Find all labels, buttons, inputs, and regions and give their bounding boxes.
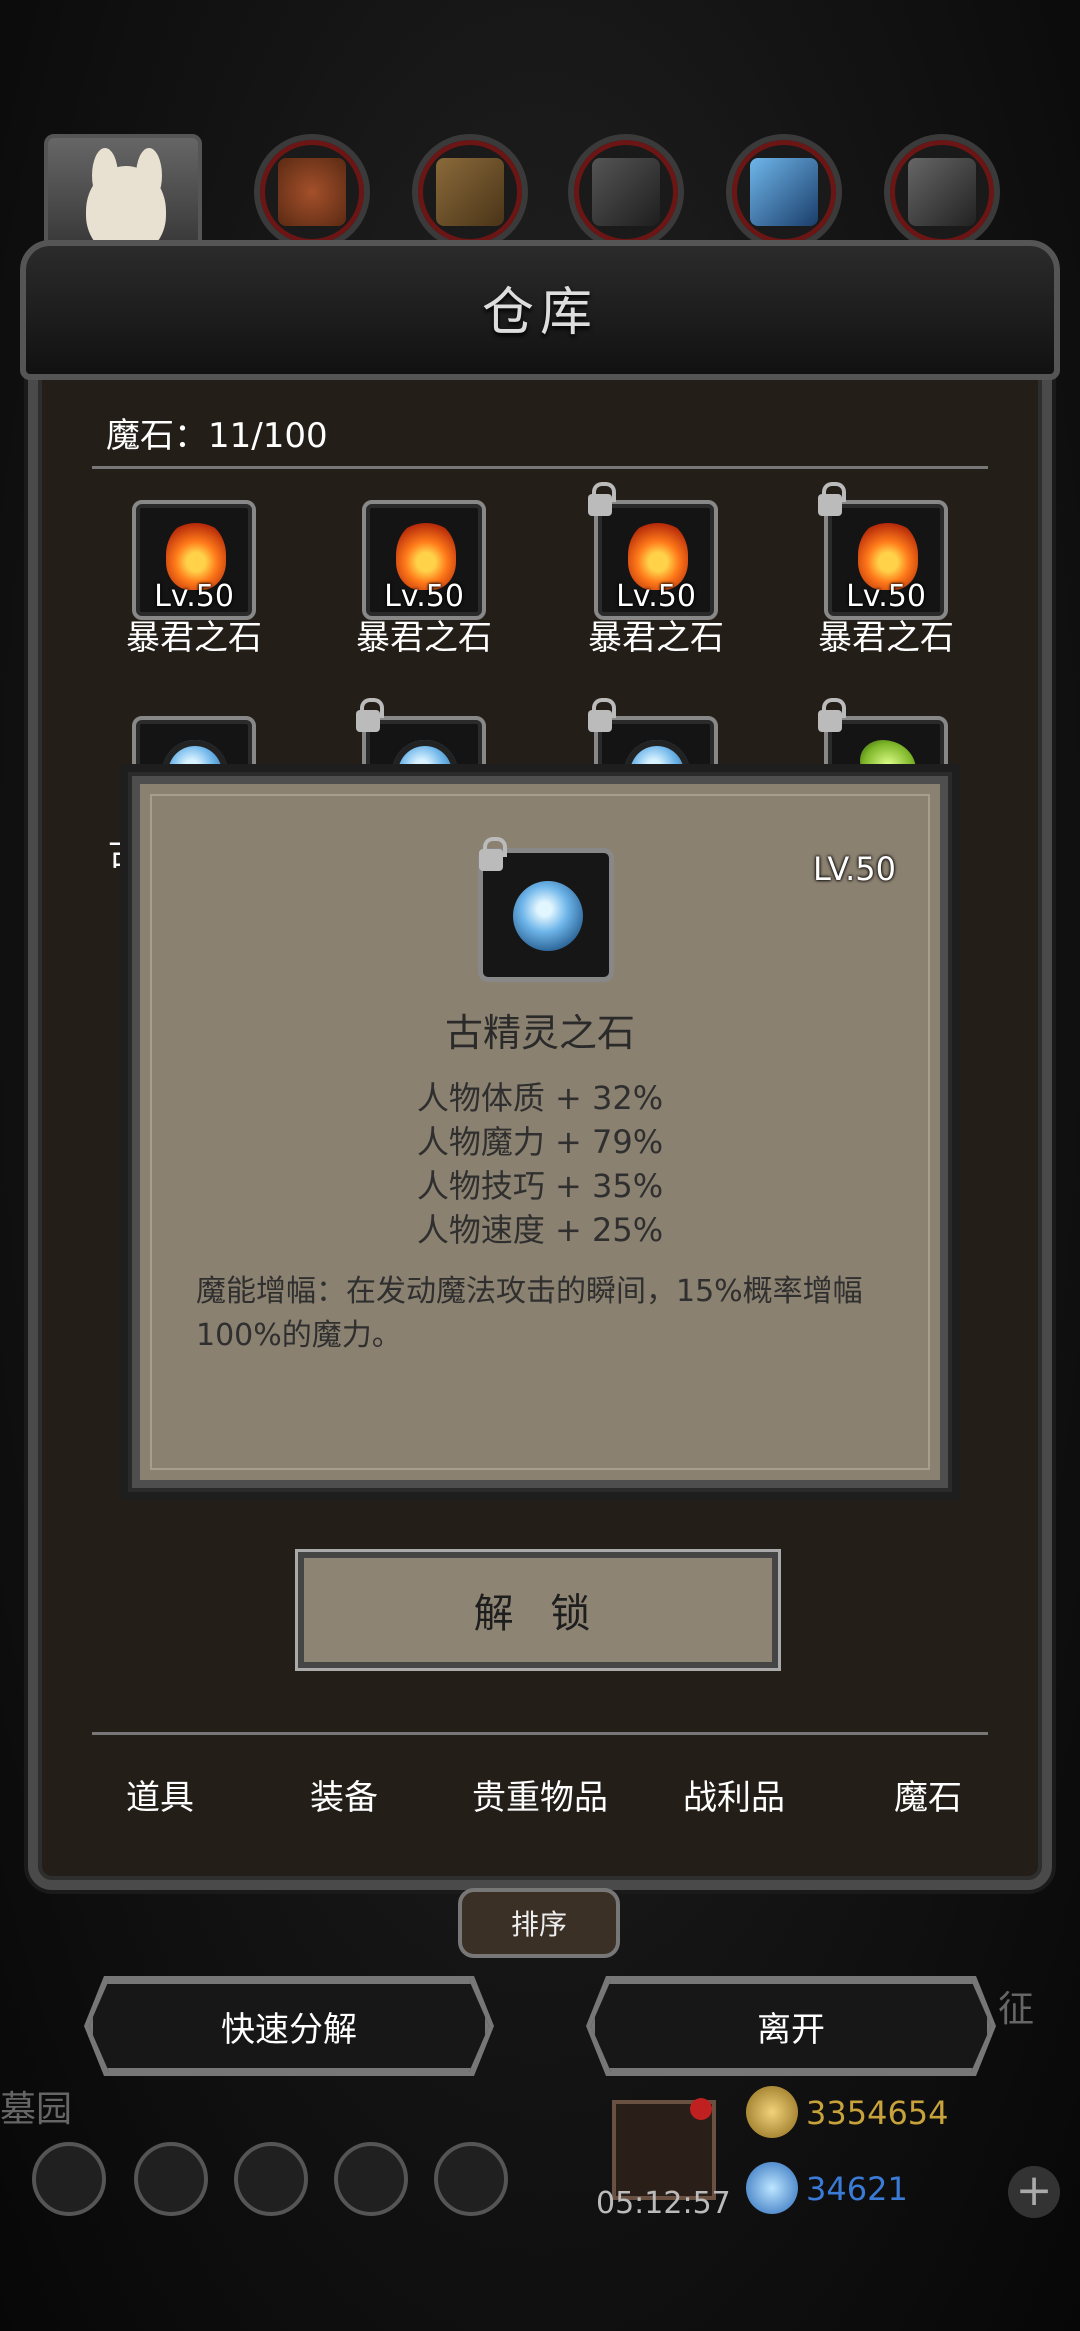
tooltip-item-name: 古精灵之石 xyxy=(444,1011,635,1055)
item-count-label: 魔石：11/100 xyxy=(106,416,328,456)
stat-line: 人物速度 + 25% xyxy=(416,1211,664,1249)
category-tabs: 道具 装备 贵重物品 战利品 魔石 xyxy=(70,1770,1010,1840)
tooltip-level: LV.50 xyxy=(813,850,896,888)
resource-wood-icon[interactable] xyxy=(412,134,528,250)
lock-icon xyxy=(588,482,616,516)
page-title: 仓库 xyxy=(481,283,598,343)
lock-icon xyxy=(356,698,384,732)
quick-decompose-button[interactable]: 快速分解 xyxy=(89,1980,489,2072)
lock-icon xyxy=(479,837,507,871)
tooltip-item-slot xyxy=(478,837,614,982)
helmet-icon[interactable] xyxy=(134,2142,208,2216)
item-slot[interactable]: Lv.50 xyxy=(362,500,486,620)
notification-dot xyxy=(690,2098,712,2120)
item-level: Lv.50 xyxy=(616,579,696,614)
settings-icon[interactable] xyxy=(32,2142,106,2216)
gift-timer: 05:12:57 xyxy=(596,2186,731,2221)
lock-icon xyxy=(588,698,616,732)
side-label-right: 征 xyxy=(998,1989,1035,2030)
item-level: Lv.50 xyxy=(384,579,464,614)
item-name: 暴君之石 xyxy=(588,618,724,658)
lock-icon xyxy=(818,482,846,516)
tab-items[interactable]: 道具 xyxy=(70,1770,250,1819)
item-name: 暴君之石 xyxy=(356,618,492,658)
gem-icon xyxy=(746,2162,798,2214)
divider xyxy=(92,1732,988,1735)
leave-button[interactable]: 离开 xyxy=(591,1980,991,2072)
stat-line: 人物魔力 + 79% xyxy=(416,1123,664,1161)
item-name: 暴君之石 xyxy=(818,618,954,658)
item-tooltip: LV.50 古精灵之石 人物体质 + 32% 人物魔力 + 79% 人物技巧 +… xyxy=(128,772,952,1492)
guild-icon[interactable] xyxy=(234,2142,308,2216)
unlock-button[interactable]: 解 锁 xyxy=(298,1552,778,1668)
elf-stone-icon xyxy=(513,881,583,951)
side-label-left: 墓园 xyxy=(0,2089,73,2130)
divider xyxy=(92,466,988,469)
resource-meat-icon[interactable] xyxy=(254,134,370,250)
item-slot[interactable]: Lv.50 xyxy=(588,482,718,620)
item-level: Lv.50 xyxy=(154,579,234,614)
sort-button[interactable]: 排序 xyxy=(458,1888,620,1958)
gold-coin-icon xyxy=(746,2086,798,2138)
item-name: 暴君之石 xyxy=(126,618,262,658)
resource-crystal-icon[interactable] xyxy=(726,134,842,250)
tooltip-stats: 人物体质 + 32% 人物魔力 + 79% 人物技巧 + 35% 人物速度 + … xyxy=(140,1076,940,1252)
tab-magic-stones[interactable]: 魔石 xyxy=(838,1770,1018,1819)
tab-loot[interactable]: 战利品 xyxy=(644,1770,824,1819)
mail-icon[interactable] xyxy=(334,2142,408,2216)
stat-line: 人物体质 + 32% xyxy=(416,1079,664,1117)
stat-line: 人物技巧 + 35% xyxy=(416,1167,664,1205)
tab-equipment[interactable]: 装备 xyxy=(254,1770,434,1819)
resource-stone-icon[interactable] xyxy=(568,134,684,250)
item-slot[interactable]: Lv.50 xyxy=(132,500,256,620)
item-slot[interactable]: Lv.50 xyxy=(818,482,948,620)
resource-iron-icon[interactable] xyxy=(884,134,1000,250)
tooltip-description: 魔能增幅：在发动魔法攻击的瞬间，15%概率增幅100%的魔力。 xyxy=(196,1274,863,1353)
gold-amount: 3354654 xyxy=(806,2094,949,2132)
tab-valuables[interactable]: 贵重物品 xyxy=(450,1770,630,1819)
add-currency-button[interactable]: + xyxy=(1008,2166,1060,2218)
lock-icon xyxy=(818,698,846,732)
gem-amount: 34621 xyxy=(806,2170,908,2208)
box-icon[interactable] xyxy=(434,2142,508,2216)
item-level: Lv.50 xyxy=(846,579,926,614)
